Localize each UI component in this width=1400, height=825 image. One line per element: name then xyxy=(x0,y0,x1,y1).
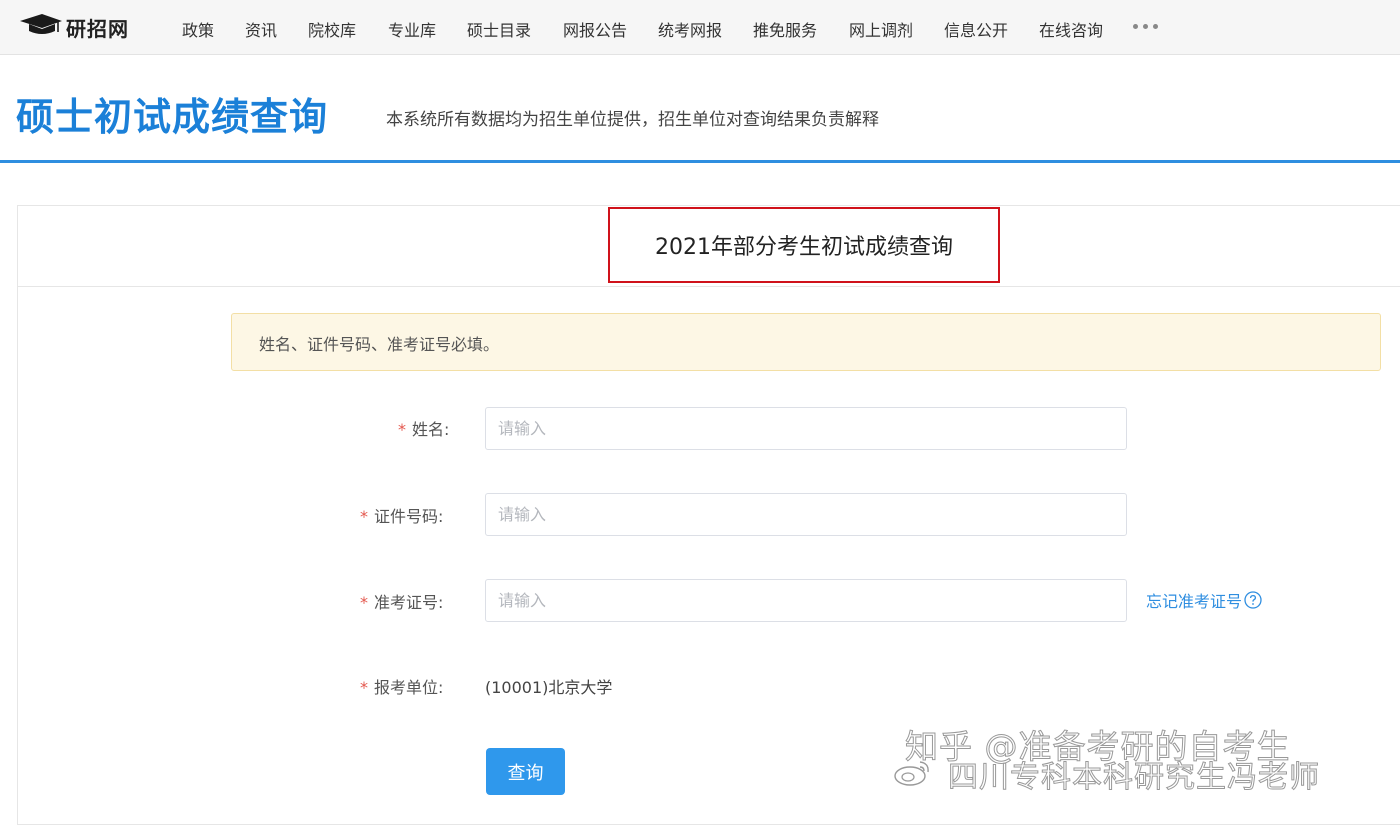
header-divider xyxy=(0,160,1400,163)
card-title: 2021年部分考生初试成绩查询 xyxy=(655,235,953,260)
nav-item-policy[interactable]: 政策 xyxy=(182,17,214,41)
logo[interactable]: 研招网 xyxy=(18,13,129,41)
more-dots-icon[interactable] xyxy=(1133,18,1158,29)
nav-item-schools[interactable]: 院校库 xyxy=(308,17,356,41)
required-mark: * xyxy=(360,593,368,612)
question-circle-icon xyxy=(1244,591,1262,609)
name-input[interactable] xyxy=(485,407,1127,450)
notice-text: 姓名、证件号码、准考证号必填。 xyxy=(259,335,500,354)
nav-item-recommendation[interactable]: 推免服务 xyxy=(753,17,817,41)
query-button[interactable]: 查询 xyxy=(486,748,565,795)
exam-number-label: * 准考证号: xyxy=(360,593,444,612)
nav-item-news[interactable]: 资讯 xyxy=(245,17,277,41)
page-subtitle: 本系统所有数据均为招生单位提供，招生单位对查询结果负责解释 xyxy=(386,110,879,130)
nav-item-master-catalog[interactable]: 硕士目录 xyxy=(467,17,531,41)
nav-item-majors[interactable]: 专业库 xyxy=(388,17,436,41)
weibo-icon xyxy=(894,761,929,786)
required-mark: * xyxy=(398,420,406,439)
required-notice: 姓名、证件号码、准考证号必填。 xyxy=(231,313,1381,371)
nav-item-disclosure[interactable]: 信息公开 xyxy=(944,17,1008,41)
unit-value: (10001)北京大学 xyxy=(485,678,613,697)
forgot-link-label: 忘记准考证号 xyxy=(1146,592,1243,611)
id-number-label: * 证件号码: xyxy=(360,507,444,526)
nav-item-adjustment[interactable]: 网上调剂 xyxy=(849,17,913,41)
watermark-line2: 四川专科本科研究生冯老师 xyxy=(948,760,1320,796)
nav-item-exam-registration[interactable]: 统考网报 xyxy=(658,17,722,41)
graduation-cap-icon xyxy=(18,12,62,42)
nav-item-registration-notice[interactable]: 网报公告 xyxy=(563,17,627,41)
unit-label: * 报考单位: xyxy=(360,678,444,697)
id-number-input[interactable] xyxy=(485,493,1127,536)
page-title: 硕士初试成绩查询 xyxy=(16,95,329,139)
exam-number-input[interactable] xyxy=(485,579,1127,622)
nav-item-online-consult[interactable]: 在线咨询 xyxy=(1039,17,1103,41)
forgot-exam-number-link[interactable]: 忘记准考证号 xyxy=(1146,588,1262,612)
top-navbar: 研招网 政策 资讯 院校库 专业库 硕士目录 网报公告 统考网报 推免服务 网上… xyxy=(0,0,1400,55)
name-label: * 姓名: xyxy=(398,420,450,439)
required-mark: * xyxy=(360,507,368,526)
card-title-highlight: 2021年部分考生初试成绩查询 xyxy=(608,207,1000,283)
card-header-divider xyxy=(17,286,1400,287)
brand-name: 研招网 xyxy=(66,16,129,41)
required-mark: * xyxy=(360,678,368,697)
